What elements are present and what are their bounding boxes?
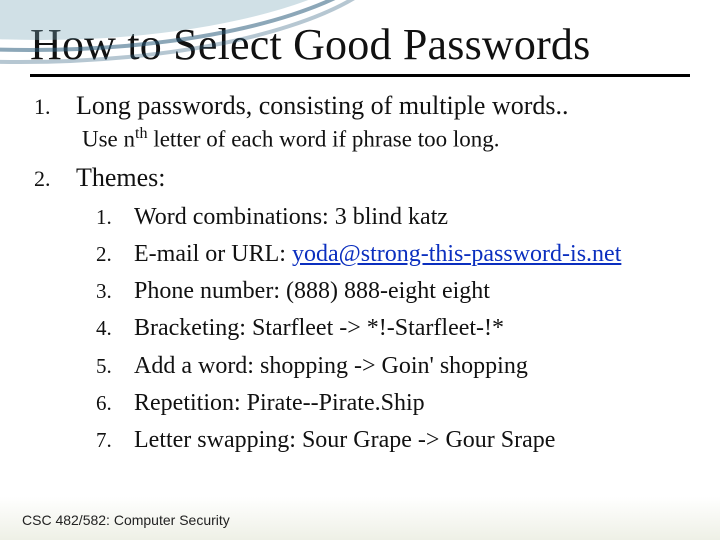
sub-item-num: 7. [96, 424, 134, 457]
sub-item-num: 3. [96, 275, 134, 308]
sub-item: 6. Repetition: Pirate--Pirate.Ship [96, 385, 690, 422]
title-underline [30, 74, 690, 77]
sub-item-prefix: E-mail or URL: [134, 241, 292, 267]
sub-item: 3. Phone number: (888) 888-eight eight [96, 273, 690, 310]
list-item-2: 2. Themes: [30, 163, 690, 193]
sub-item-num: 1. [96, 201, 134, 234]
list-item-1-subline: Use nth letter of each word if phrase to… [82, 125, 690, 153]
sub-item-num: 2. [96, 238, 134, 271]
footer-text: CSC 482/582: Computer Security [22, 512, 230, 528]
sub-item-text: Word combinations: 3 blind katz [134, 199, 448, 236]
sub-item-text: Letter swapping: Sour Grape -> Gour Srap… [134, 422, 555, 459]
sub-item-text: E-mail or URL: yoda@strong-this-password… [134, 236, 621, 273]
sub-item-text: Repetition: Pirate--Pirate.Ship [134, 385, 425, 422]
sub-item: 2. E-mail or URL: yoda@strong-this-passw… [96, 236, 690, 273]
sub-item-text: Bracketing: Starfleet -> *!-Starfleet-!* [134, 310, 504, 347]
page-title: How to Select Good Passwords [30, 22, 690, 68]
main-list: 1. Long passwords, consisting of multipl… [30, 91, 690, 459]
sub-item-num: 5. [96, 350, 134, 383]
list-item-2-num: 2. [30, 166, 76, 192]
list-item-1: 1. Long passwords, consisting of multipl… [30, 91, 690, 121]
sub-item-text: Add a word: shopping -> Goin' shopping [134, 348, 528, 385]
list-item-1-num: 1. [30, 94, 76, 120]
list-item-1-text: Long passwords, consisting of multiple w… [76, 91, 569, 121]
subline-sup: th [135, 125, 148, 142]
sub-item: 1. Word combinations: 3 blind katz [96, 199, 690, 236]
subline-post: letter of each word if phrase too long. [148, 127, 500, 152]
subline-pre: Use n [82, 127, 135, 152]
sub-item: 5. Add a word: shopping -> Goin' shoppin… [96, 348, 690, 385]
email-link[interactable]: yoda@strong-this-password-is.net [292, 241, 621, 267]
sub-item-text: Phone number: (888) 888-eight eight [134, 273, 490, 310]
list-item-2-text: Themes: [76, 163, 166, 193]
sub-item-num: 4. [96, 312, 134, 345]
slide: How to Select Good Passwords 1. Long pas… [0, 0, 720, 540]
sub-item: 7. Letter swapping: Sour Grape -> Gour S… [96, 422, 690, 459]
themes-sublist: 1. Word combinations: 3 blind katz 2. E-… [96, 199, 690, 459]
sub-item: 4. Bracketing: Starfleet -> *!-Starfleet… [96, 310, 690, 347]
sub-item-num: 6. [96, 387, 134, 420]
